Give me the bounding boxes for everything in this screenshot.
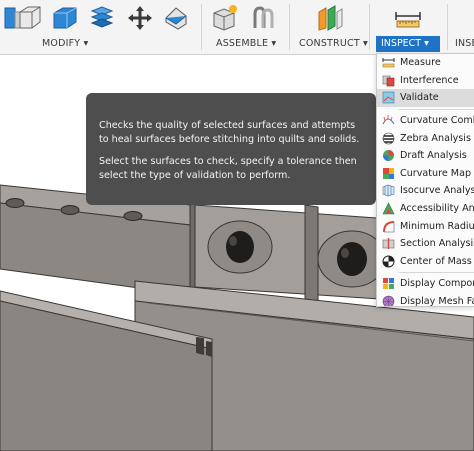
- joint-icon[interactable]: [249, 4, 277, 32]
- draft-icon: [383, 150, 394, 162]
- isocurve-icon: [382, 185, 395, 197]
- shell-icon[interactable]: [88, 4, 116, 32]
- menu-item-section-analysis[interactable]: Section Analysis: [377, 235, 474, 253]
- display-mesh-icon: [382, 295, 395, 306]
- menu-divider: [399, 272, 474, 274]
- curvature-comb-icon: [382, 115, 395, 125]
- assemble-menu-label[interactable]: ASSEMBLE ▾: [216, 38, 276, 49]
- menu-item-label: Curvature Comb A: [400, 115, 474, 127]
- menu-item-label: Display Compone: [400, 278, 474, 290]
- toolbar-divider: [369, 4, 370, 50]
- menu-item-label: Accessibility Ana: [400, 203, 474, 215]
- tooltip-line: Select the surfaces to check, specify a …: [99, 156, 357, 167]
- menu-item-label: Section Analysis: [400, 238, 474, 250]
- inspect-dropdown-menu: Measure Interference Validate Curvature …: [376, 53, 474, 307]
- inspect-menu-tab[interactable]: INSPECT ▾: [376, 36, 440, 52]
- accessibility-icon: [382, 202, 395, 215]
- validate-icon: [382, 92, 395, 104]
- menu-item-label: Isocurve Analysis: [400, 185, 474, 197]
- menu-item-label: Center of Mass: [400, 255, 472, 267]
- tooltip-line: select the type of validation to perform…: [99, 169, 291, 181]
- minimum-radius-icon: [383, 220, 395, 233]
- menu-item-label: Display Mesh Fac: [400, 296, 474, 307]
- toolbar: MODIFY ▾ ASSEMBLE ▾ CONSTRUCT ▾ INSPECT …: [0, 0, 474, 55]
- menu-item-display-mesh-facets[interactable]: Display Mesh Fac: [377, 293, 474, 307]
- menu-item-interference[interactable]: Interference: [377, 72, 474, 90]
- scale-icon[interactable]: [162, 4, 190, 32]
- menu-item-draft-analysis[interactable]: Draft Analysis: [377, 147, 474, 165]
- menu-item-minimum-radius[interactable]: Minimum Radius A: [377, 217, 474, 235]
- move-icon[interactable]: [126, 4, 154, 32]
- menu-item-label: Curvature Map An: [400, 167, 474, 179]
- chamfer-icon[interactable]: [51, 4, 79, 32]
- menu-item-measure[interactable]: Measure: [377, 54, 474, 72]
- menu-item-curvature-map[interactable]: Curvature Map An: [377, 165, 474, 183]
- menu-item-isocurve-analysis[interactable]: Isocurve Analysis: [377, 182, 474, 200]
- modify-menu-label[interactable]: MODIFY ▾: [42, 38, 88, 49]
- construct-menu-label[interactable]: CONSTRUCT ▾: [299, 38, 368, 49]
- menu-item-label: Minimum Radius A: [400, 220, 474, 232]
- insert-menu-label[interactable]: INSE: [455, 38, 474, 49]
- menu-item-display-component-colors[interactable]: Display Compone: [377, 275, 474, 293]
- toolbar-divider: [289, 4, 290, 50]
- menu-item-curvature-comb[interactable]: Curvature Comb A: [377, 112, 474, 130]
- validate-tooltip: Checks the quality of selected surfaces …: [86, 93, 376, 205]
- menu-item-label: Interference: [400, 74, 459, 86]
- menu-item-zebra-analysis[interactable]: Zebra Analysis: [377, 129, 474, 147]
- measure-ruler-icon[interactable]: [394, 4, 422, 32]
- menu-item-label: Measure: [400, 57, 441, 69]
- display-component-icon: [383, 278, 394, 290]
- zebra-icon: [382, 132, 395, 144]
- measure-icon: [382, 58, 395, 68]
- tooltip-line: Checks the quality of selected surfaces …: [99, 120, 356, 131]
- menu-item-label: Zebra Analysis: [400, 132, 471, 144]
- offset-plane-icon[interactable]: [316, 4, 344, 32]
- curvature-map-icon: [383, 167, 394, 179]
- tooltip-line: to heal surfaces before stitching into q…: [99, 133, 360, 145]
- interference-icon: [382, 75, 395, 87]
- menu-item-label: Draft Analysis: [400, 150, 467, 162]
- menu-item-label: Validate: [400, 92, 439, 104]
- section-icon: [382, 238, 395, 250]
- menu-divider: [399, 108, 474, 110]
- toolbar-divider: [201, 4, 202, 50]
- new-component-icon[interactable]: [211, 4, 239, 32]
- fillet-icon[interactable]: [16, 4, 44, 32]
- center-of-mass-icon: [382, 255, 395, 268]
- menu-item-validate[interactable]: Validate: [377, 89, 474, 107]
- menu-item-accessibility-analysis[interactable]: Accessibility Ana: [377, 200, 474, 218]
- toolbar-divider: [447, 4, 448, 50]
- menu-item-center-of-mass[interactable]: Center of Mass: [377, 253, 474, 271]
